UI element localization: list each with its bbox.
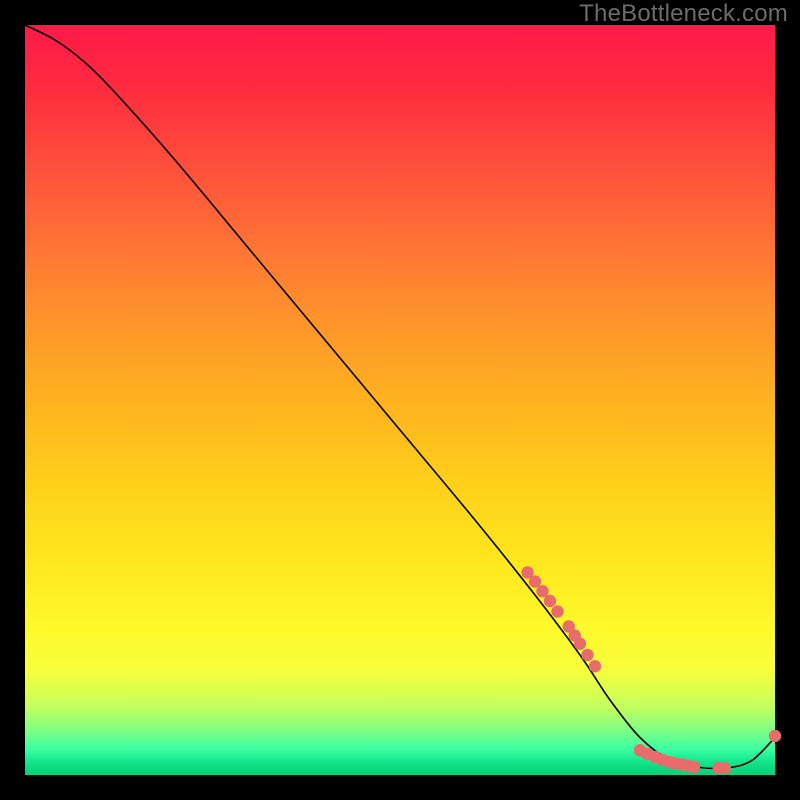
- curve-svg: [25, 25, 775, 775]
- marker-group: [521, 566, 781, 774]
- data-marker: [536, 585, 548, 597]
- data-marker: [719, 762, 731, 774]
- data-marker: [529, 575, 541, 587]
- watermark-text: TheBottleneck.com: [579, 0, 788, 28]
- data-marker: [581, 649, 593, 661]
- data-marker: [551, 605, 563, 617]
- data-marker: [589, 660, 601, 672]
- data-marker: [688, 761, 700, 773]
- plot-area: [25, 25, 775, 775]
- bottleneck-curve: [25, 25, 775, 768]
- data-marker: [544, 595, 556, 607]
- data-marker: [769, 730, 781, 742]
- chart-stage: TheBottleneck.com: [0, 0, 800, 800]
- data-marker: [574, 638, 586, 650]
